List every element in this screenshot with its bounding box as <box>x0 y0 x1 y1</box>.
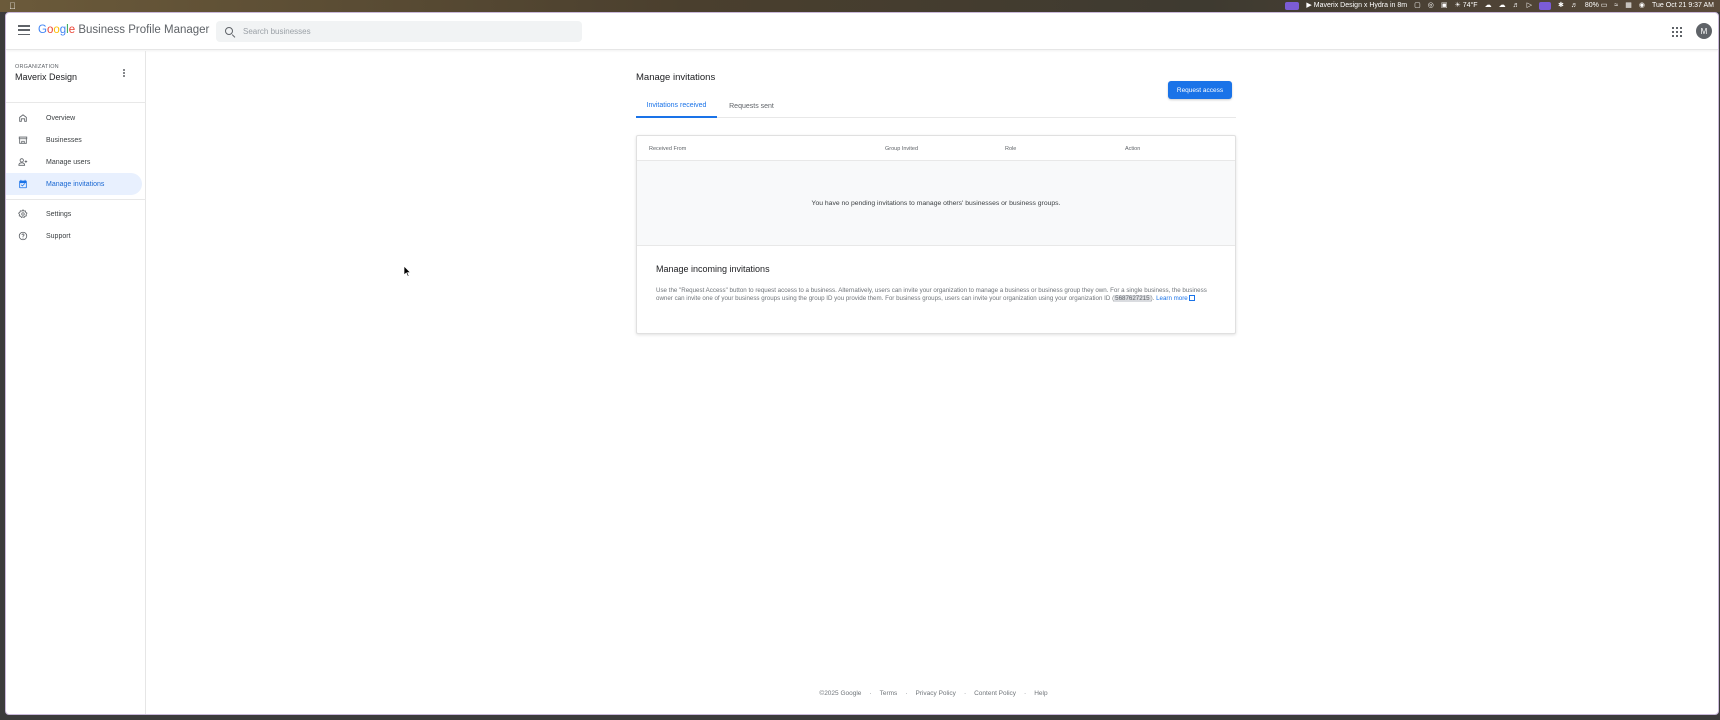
cloud-icon-2[interactable]: ☁ <box>1499 0 1506 12</box>
column-header-role: Role <box>1005 146 1017 152</box>
search-icon <box>225 26 235 37</box>
sidebar-item-businesses[interactable]: Businesses <box>6 129 142 151</box>
info-section-title: Manage incoming invitations <box>656 264 770 274</box>
search-businesses-input[interactable] <box>243 27 563 36</box>
google-apps-icon[interactable] <box>1672 27 1682 37</box>
invitation-tabs: Invitations received Requests sent <box>636 94 1236 118</box>
apple-menu-icon[interactable]:  <box>9 1 16 11</box>
sidebar-item-manage-invitations[interactable]: Manage invitations <box>6 173 142 195</box>
organization-name[interactable]: Maverix Design <box>15 72 77 82</box>
home-icon <box>19 114 27 122</box>
organization-label: ORGANIZATION <box>15 64 59 70</box>
footer: ©2025 Google · Terms · Privacy Policy · Conten… <box>147 690 1718 697</box>
active-app-icon[interactable] <box>1538 2 1551 10</box>
footer-link-privacy-policy[interactable]: Privacy Policy <box>915 690 955 697</box>
page-title: Manage invitations <box>636 72 716 83</box>
sidebar-item-label: Overview <box>46 114 76 122</box>
sidebar-item-manage-users[interactable]: Manage users <box>6 151 142 173</box>
calendar-check-icon <box>19 179 27 189</box>
help-icon <box>18 231 28 241</box>
play-icon[interactable]: ▷ <box>1527 0 1532 12</box>
mouse-cursor-icon <box>404 266 412 277</box>
wifi-icon[interactable]: ≈ <box>1614 0 1618 12</box>
info-section-text: Use the "Request Access" button to reque… <box>656 287 1216 303</box>
sidebar-divider <box>6 102 146 103</box>
footer-link-help[interactable]: Help <box>1034 690 1047 697</box>
search-box[interactable] <box>216 21 582 42</box>
main-content: Manage invitations Request access Invita… <box>147 51 1718 714</box>
gear-icon <box>18 209 28 219</box>
storefront-icon <box>18 136 28 144</box>
footer-separator: · <box>869 690 872 697</box>
google-business-profile-manager-logo[interactable]: Google Business Profile Manager <box>38 24 209 36</box>
account-avatar[interactable]: M <box>1696 23 1712 39</box>
sidebar-item-label: Support <box>46 232 71 240</box>
clock-text[interactable]: Tue Oct 21 9:37 AM <box>1652 0 1714 12</box>
sidebar-item-label: Manage invitations <box>46 180 105 188</box>
battery-status[interactable]: 80% ▭ <box>1585 0 1608 12</box>
battery-text: 80% <box>1584 2 1599 9</box>
sidebar-item-settings[interactable]: Settings <box>6 203 142 225</box>
sidebar-item-label: Manage users <box>46 158 91 166</box>
control-center-icon[interactable]: ▦ <box>1625 0 1632 12</box>
footer-link-content-policy[interactable]: Content Policy <box>974 690 1016 697</box>
product-name: Business Profile Manager <box>78 24 210 36</box>
table-header: Received From Group Invited Role Action <box>637 136 1235 161</box>
macos-menu-bar:  ▶ Maverix Design x Hydra in 8m ▢ ◎ ▣ ☀… <box>0 0 1720 12</box>
volume-icon[interactable]: ♬ <box>1571 0 1578 12</box>
weather-status[interactable]: ☀ 74°F <box>1454 0 1477 12</box>
sidebar-item-label: Businesses <box>46 136 82 144</box>
sidebar-item-overview[interactable]: Overview <box>6 107 142 129</box>
more-options-icon[interactable] <box>123 69 127 79</box>
menu-extra-icon-2[interactable]: ◎ <box>1428 0 1434 12</box>
cloud-icon[interactable]: ☁ <box>1485 0 1492 12</box>
learn-more-label: Learn more <box>1156 295 1188 303</box>
app-window: Google Business Profile Manager M ORGANI… <box>5 12 1719 715</box>
top-app-bar: Google Business Profile Manager M <box>6 13 1718 50</box>
bluetooth-icon[interactable]: ✱ <box>1558 0 1564 12</box>
sidebar-divider <box>6 199 146 200</box>
tab-requests-sent[interactable]: Requests sent <box>717 94 786 118</box>
person-add-icon <box>18 158 28 166</box>
siri-icon[interactable]: ◉ <box>1639 0 1645 12</box>
learn-more-link[interactable]: Learn more <box>1156 295 1195 302</box>
screen-recording-icon[interactable] <box>1285 2 1300 10</box>
empty-state-message: You have no pending invitations to manag… <box>637 161 1235 246</box>
now-playing-text: Maverix Design x Hydra in 8m <box>1313 2 1408 9</box>
main-menu-icon[interactable] <box>18 25 30 36</box>
info-text-end: ). <box>1150 295 1155 303</box>
organization-id[interactable]: 5687627215 <box>1114 295 1151 303</box>
open-in-new-icon <box>1188 295 1195 302</box>
sidebar-item-label: Settings <box>46 210 72 218</box>
sidebar: ORGANIZATION Maverix Design Overview Bus… <box>6 51 146 714</box>
now-playing-status[interactable]: ▶ Maverix Design x Hydra in 8m <box>1306 0 1407 12</box>
footer-separator: · <box>905 690 908 697</box>
menu-extra-icon-3[interactable]: ▣ <box>1441 0 1448 12</box>
sidebar-item-support[interactable]: Support <box>6 225 142 247</box>
footer-link-terms[interactable]: Terms <box>880 690 898 697</box>
menu-extra-icon[interactable]: ▢ <box>1414 0 1421 12</box>
column-header-group-invited: Group Invited <box>885 146 919 152</box>
menu-bar-status-area: ▶ Maverix Design x Hydra in 8m ▢ ◎ ▣ ☀ 7… <box>1285 0 1714 12</box>
weather-text: 74°F <box>1462 2 1478 9</box>
copyright-text: ©2025 Google <box>819 690 862 697</box>
column-header-action: Action <box>1125 146 1141 152</box>
footer-separator: · <box>963 690 967 697</box>
invitations-card: Received From Group Invited Role Action … <box>636 135 1236 334</box>
menu-extra-icon-4[interactable]: ♬ <box>1513 0 1520 12</box>
footer-separator: · <box>1024 690 1027 697</box>
tab-invitations-received[interactable]: Invitations received <box>636 94 717 118</box>
column-header-received-from: Received From <box>649 146 687 152</box>
